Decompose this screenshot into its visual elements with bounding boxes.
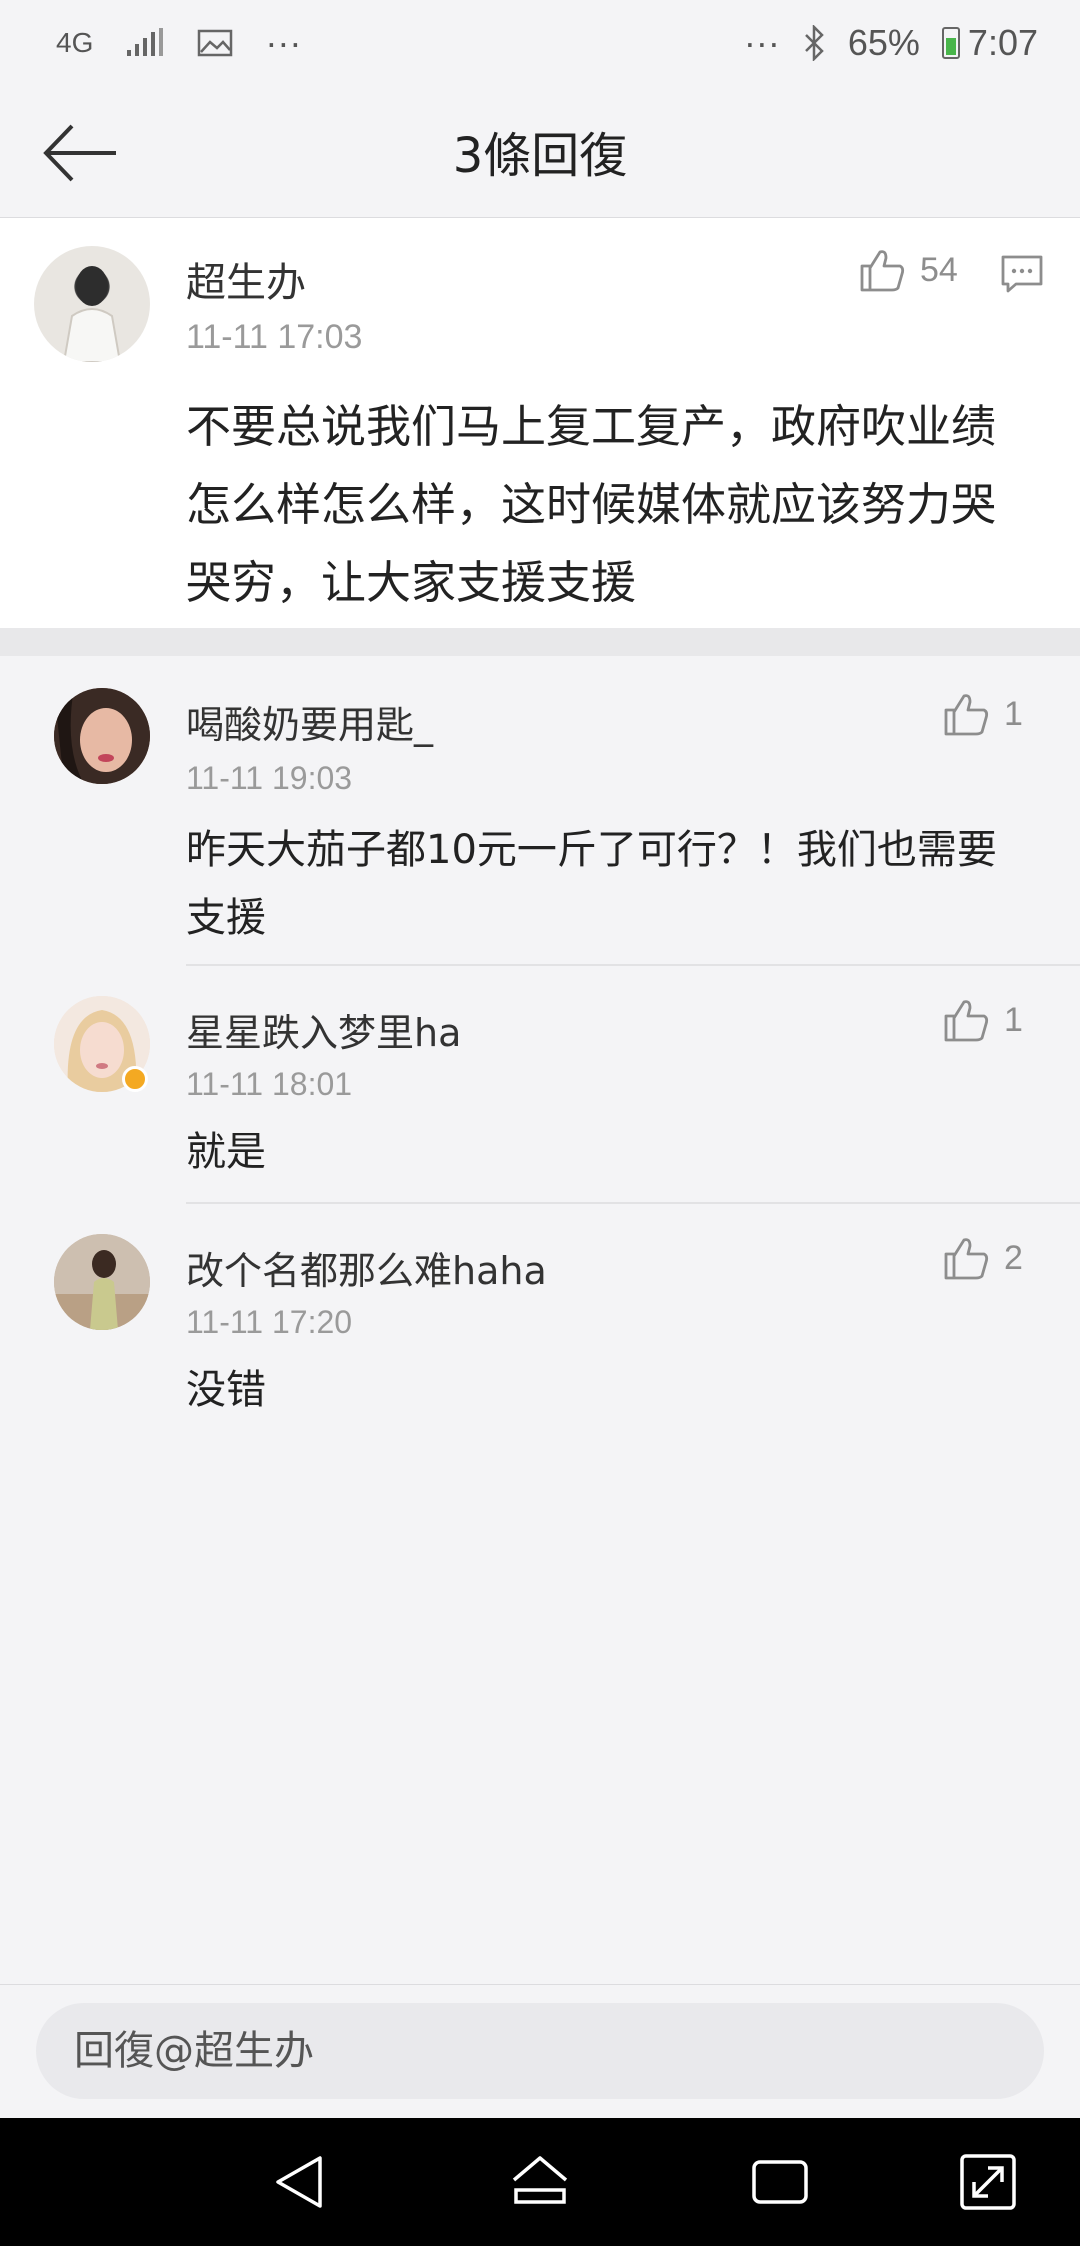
reply-text: 没错 [186,1367,266,1413]
reply-time: 11-11 18:01 [186,1066,353,1102]
like-count: 54 [920,250,958,289]
more-dots-icon-right: ··· [743,22,780,63]
reply-button[interactable] [1000,254,1044,298]
verified-badge [122,1066,148,1092]
expand-icon[interactable] [956,2150,1020,2214]
page-title: 3條回復 [452,128,628,184]
reply-text: 昨天大茄子都10元一斤了可行？！我们也需要支援 [186,827,997,941]
reply-time: 11-11 19:03 [186,760,353,796]
like-count: 1 [1004,1000,1023,1039]
like-button[interactable]: 1 [942,996,1023,1044]
like-button[interactable]: 1 [942,690,1023,738]
comment-time: 11-11 17:03 [186,318,363,356]
gallery-icon [198,29,233,57]
bluetooth-icon [804,25,824,61]
nav-back-icon[interactable] [268,2150,332,2214]
section-divider [0,628,1080,656]
reply-item: 星星跌入梦里ha 11-11 18:01 1 就是 [0,966,1080,1204]
status-bar: 4G ··· ··· 65% 7:07 [0,0,1080,90]
like-count: 1 [1004,694,1023,733]
main-comment-card: 超生办 11-11 17:03 54 不要总说我们马上复工复产，政府吹业绩怎么样… [0,218,1080,628]
clock: 7:07 [967,22,1038,63]
network-indicator: 4G [56,27,94,58]
thumbs-up-icon [860,250,905,292]
battery-percent: 65% [847,22,920,63]
avatar[interactable] [54,688,150,784]
like-button[interactable]: 2 [942,1234,1023,1282]
reply-item: 改个名都那么难haha 11-11 17:20 2 没错 [0,1204,1080,1434]
nav-home-icon[interactable] [508,2150,572,2214]
like-count: 2 [1004,1238,1023,1277]
reply-input[interactable] [36,2003,1044,2099]
nav-recents-icon[interactable] [748,2150,812,2214]
thumbs-up-icon [944,694,989,736]
avatar[interactable] [34,246,150,362]
comment-text: 不要总说我们马上复工复产，政府吹业绩怎么样怎么样，这时候媒体就应该努力哭哭穷，让… [186,400,997,609]
comment-icon [1001,255,1043,293]
username[interactable]: 星星跌入梦里ha [186,1002,461,1057]
like-button[interactable]: 54 [858,246,958,294]
username[interactable]: 改个名都那么难haha [186,1240,547,1295]
reply-list: 喝酸奶要用匙_ 11-11 19:03 1 昨天大茄子都10元一斤了可行？！我们… [0,656,1080,1436]
reply-time: 11-11 17:20 [186,1304,353,1340]
reply-item: 喝酸奶要用匙_ 11-11 19:03 1 昨天大茄子都10元一斤了可行？！我们… [0,656,1080,966]
username[interactable]: 超生办 [186,250,306,308]
thumbs-up-icon [944,1000,989,1042]
reply-input-bar [0,1984,1080,2119]
signal-icon [127,28,164,56]
reply-text: 就是 [186,1129,266,1175]
system-navigation-bar [0,2118,1080,2246]
avatar[interactable] [54,1234,150,1330]
battery-icon [941,27,960,59]
more-dots-icon: ··· [265,22,302,63]
top-app-bar: 3條回復 [0,90,1080,218]
username[interactable]: 喝酸奶要用匙_ [186,694,433,749]
thumbs-up-icon [944,1238,989,1280]
